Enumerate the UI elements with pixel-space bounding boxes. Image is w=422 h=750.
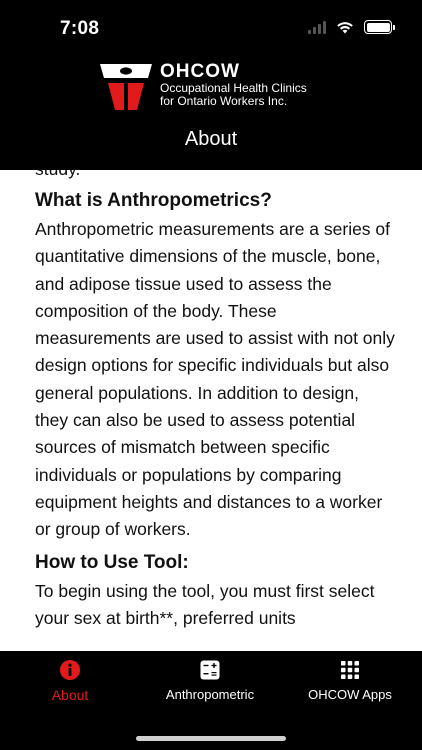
status-time: 7:08 (60, 18, 100, 39)
about-scroll-area: study. What is Anthropometrics? Anthropo… (35, 170, 395, 638)
battery-icon (364, 20, 395, 34)
tab-ohcow-apps-label: OHCOW Apps (308, 687, 392, 702)
cellular-signal-icon (308, 20, 326, 34)
logo-brand: OHCOW (160, 61, 240, 82)
section-heading-anthropometrics: What is Anthropometrics? (35, 190, 272, 211)
wifi-icon (337, 22, 353, 34)
grid-icon (341, 661, 359, 679)
about-content[interactable]: study. What is Anthropometrics? Anthropo… (0, 170, 422, 651)
tab-anthropometric-label: Anthropometric (165, 687, 255, 702)
page-title: About (184, 128, 238, 150)
section-text-how-to-use: To begin using the tool, you must first … (35, 580, 375, 628)
tab-about[interactable]: About (0, 659, 140, 703)
status-bar: 7:08 (0, 0, 422, 58)
calculator-icon (200, 660, 220, 680)
status-icons (308, 20, 395, 34)
app-header: OHCOW Occupational Health Clinics for On… (0, 58, 422, 170)
tab-ohcow-apps[interactable]: OHCOW Apps (280, 659, 420, 702)
section-text-anthropometrics: Anthropometric measurements are a series… (35, 219, 395, 540)
info-icon (60, 660, 80, 680)
tab-about-label: About (51, 687, 89, 703)
ohcow-logo-mark (100, 64, 152, 110)
clipped-text: study. (35, 170, 395, 186)
tab-anthropometric[interactable]: Anthropometric (140, 659, 280, 702)
ohcow-logo: OHCOW Occupational Health Clinics for On… (98, 62, 307, 112)
logo-subtitle-line2: for Ontario Workers Inc. (160, 94, 288, 108)
home-indicator[interactable] (136, 736, 286, 741)
section-heading-how-to-use: How to Use Tool: (35, 551, 189, 573)
